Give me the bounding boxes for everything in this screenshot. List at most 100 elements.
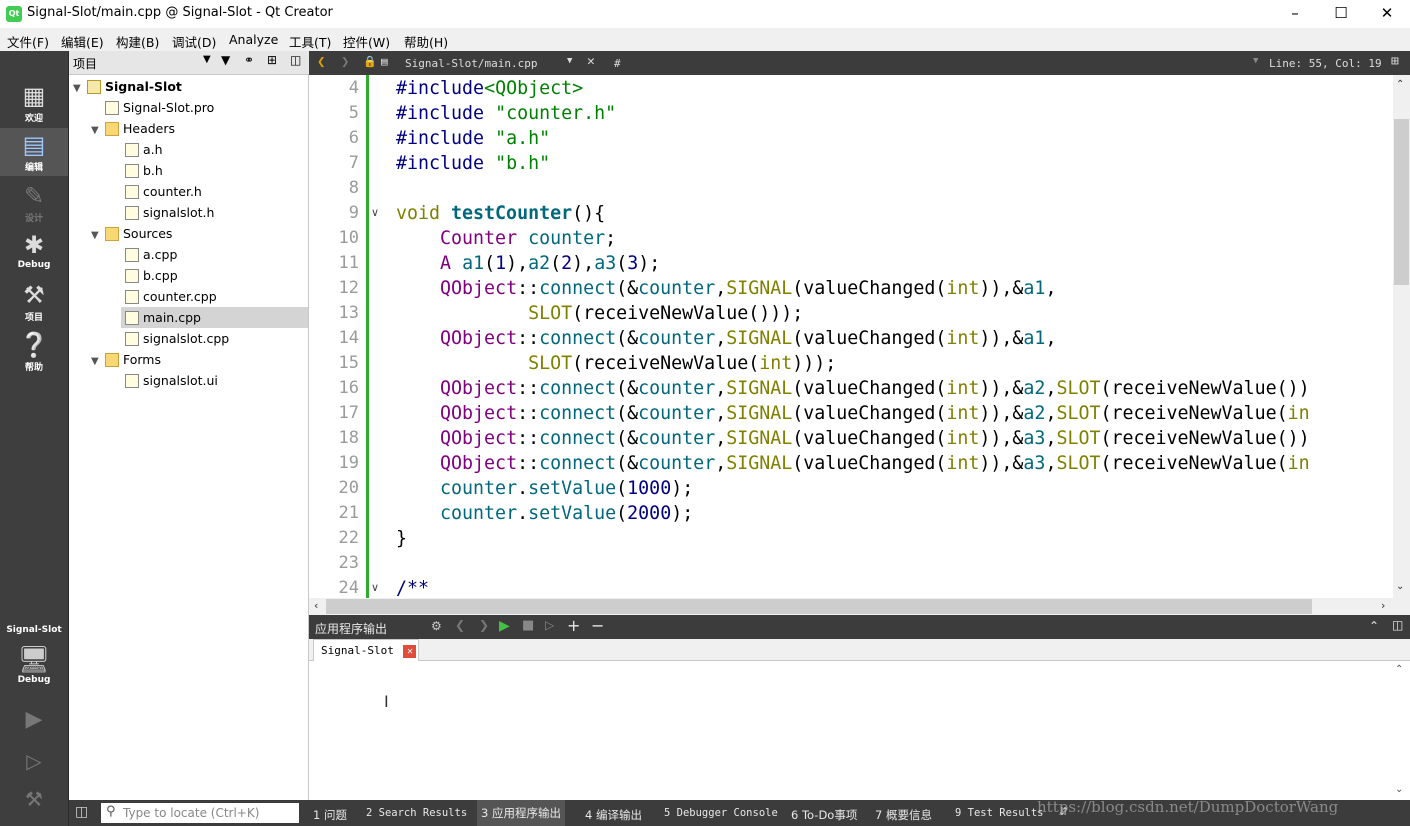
menu-debug[interactable]: 调试(D) xyxy=(172,32,216,51)
split-icon[interactable]: ⊞ xyxy=(267,53,277,67)
menu-file[interactable]: 文件(F) xyxy=(7,32,49,51)
output-tab[interactable]: Signal-Slot ✕ xyxy=(313,639,419,661)
close-pane-icon[interactable]: ◫ xyxy=(290,53,301,67)
chevron-down-icon[interactable]: ▼ xyxy=(203,54,211,65)
code-line[interactable]: SLOT(receiveNewValue())); xyxy=(396,301,803,326)
tree-node-file[interactable]: counter.cpp xyxy=(125,286,217,307)
tree-node-file[interactable]: a.h xyxy=(125,139,163,160)
code-line[interactable]: A a1(1),a2(2),a3(3); xyxy=(396,251,660,276)
menu-analyze[interactable]: Analyze xyxy=(229,32,278,47)
link-icon[interactable]: ⚭ xyxy=(244,53,254,67)
menu-tools[interactable]: 工具(T) xyxy=(289,32,331,51)
code-line[interactable]: } xyxy=(396,526,407,551)
mode-welcome[interactable]: ▦ 欢迎 xyxy=(0,79,68,127)
build-button[interactable]: ⚒ xyxy=(0,787,68,811)
tree-node-file[interactable]: signalslot.cpp xyxy=(125,328,229,349)
mode-debug[interactable]: ✱ Debug xyxy=(0,228,68,276)
editor-file-name[interactable]: Signal-Slot/main.cpp xyxy=(405,57,537,70)
minimize-button[interactable]: – xyxy=(1272,0,1318,28)
mode-design[interactable]: ✎ 设计 xyxy=(0,179,68,227)
close-pane-icon[interactable]: ◫ xyxy=(1392,618,1403,632)
run-icon[interactable]: ▶ xyxy=(499,618,510,634)
code-area[interactable]: #include<QObject> #include "counter.h" #in… xyxy=(309,75,1393,598)
menu-widgets[interactable]: 控件(W) xyxy=(343,32,390,51)
attach-debugger-icon[interactable]: ▷ xyxy=(545,618,554,632)
output-text-area[interactable]: I ⌃ ⌄ xyxy=(309,662,1410,800)
maximize-button[interactable]: ☐ xyxy=(1318,0,1364,28)
tree-node-headers[interactable]: ▼ Headers xyxy=(91,118,175,139)
code-editor[interactable]: 4 5 6 7 8 9 10 11 12 13 14 15 16 17 18 19 20 21 22 23 24 ∨ ∨ … xyxy=(309,75,1410,598)
tree-node-file-selected[interactable]: main.cpp xyxy=(121,307,308,328)
mode-projects[interactable]: ⚒ 项目 xyxy=(0,278,68,326)
locator-input[interactable]: ⚲ Type to locate (Ctrl+K) xyxy=(101,803,299,823)
scroll-down-icon[interactable]: ⌄ xyxy=(1395,784,1403,795)
project-pane-title[interactable]: 项目 xyxy=(73,55,97,72)
scroll-left-icon[interactable]: ‹ xyxy=(314,599,318,612)
forward-arrow-icon[interactable]: ❯ xyxy=(341,54,349,70)
code-line[interactable]: QObject::connect(&counter,SIGNAL(valueCh… xyxy=(396,276,1056,301)
tab-issues[interactable]: 1 问题 xyxy=(313,807,347,823)
code-line[interactable]: counter.setValue(1000); xyxy=(396,476,693,501)
code-line[interactable]: #include "counter.h" xyxy=(396,101,616,126)
zoom-out-icon[interactable]: − xyxy=(591,616,604,635)
code-line[interactable]: /** xyxy=(396,576,429,598)
close-document-icon[interactable]: ✕ xyxy=(587,54,595,69)
back-arrow-icon[interactable]: ❮ xyxy=(317,54,325,70)
code-line[interactable]: SLOT(receiveNewValue(int))); xyxy=(396,351,836,376)
code-line[interactable]: #include "a.h" xyxy=(396,126,550,151)
code-line[interactable]: QObject::connect(&counter,SIGNAL(valueCh… xyxy=(396,401,1310,426)
code-line[interactable]: QObject::connect(&counter,SIGNAL(valueCh… xyxy=(396,426,1310,451)
maximize-pane-icon[interactable]: ⌃ xyxy=(1369,619,1379,633)
next-item-icon[interactable]: ❯ xyxy=(479,618,489,632)
horizontal-scrollbar[interactable]: ‹ › xyxy=(309,598,1410,615)
tab-debugger-console[interactable]: 5 Debugger Console xyxy=(664,807,778,819)
code-line[interactable]: QObject::connect(&counter,SIGNAL(valueCh… xyxy=(396,376,1310,401)
scroll-up-icon[interactable]: ⌃ xyxy=(1396,79,1404,90)
code-line[interactable]: #include<QObject> xyxy=(396,76,583,101)
tab-todo[interactable]: 6 To-Do事项 xyxy=(791,807,857,823)
menu-edit[interactable]: 编辑(E) xyxy=(61,32,104,51)
previous-item-icon[interactable]: ❮ xyxy=(455,618,465,632)
tab-search-results[interactable]: 2 Search Results xyxy=(366,807,467,819)
scroll-down-icon[interactable]: ⌄ xyxy=(1396,581,1404,592)
code-line[interactable]: #include "b.h" xyxy=(396,151,550,176)
code-line[interactable]: QObject::connect(&counter,SIGNAL(valueCh… xyxy=(396,451,1310,476)
code-line[interactable]: counter.setValue(2000); xyxy=(396,501,693,526)
scroll-right-icon[interactable]: › xyxy=(1381,599,1385,612)
tree-node-forms[interactable]: ▼ Forms xyxy=(91,349,161,370)
tab-test-results[interactable]: 9 Test Results xyxy=(955,807,1044,819)
scrollbar-thumb[interactable] xyxy=(326,599,1312,614)
menu-help[interactable]: 帮助(H) xyxy=(404,32,448,51)
tab-general-messages[interactable]: 7 概要信息 xyxy=(875,807,932,823)
run-button[interactable]: ▶ xyxy=(0,707,68,732)
cursor-position[interactable]: Line: 55, Col: 19 xyxy=(1269,57,1382,70)
tree-node-file[interactable]: counter.h xyxy=(125,181,202,202)
toggle-sidebar-icon[interactable]: ◫ xyxy=(75,804,88,820)
clear-output-icon[interactable]: ⚙ xyxy=(431,619,442,633)
close-tab-icon[interactable]: ✕ xyxy=(403,644,417,658)
chevron-down-icon[interactable]: ▼ xyxy=(567,56,572,66)
scrollbar-thumb[interactable] xyxy=(1394,119,1409,285)
tree-node-pro-file[interactable]: Signal-Slot.pro xyxy=(91,97,214,118)
menu-build[interactable]: 构建(B) xyxy=(116,32,159,51)
start-debugging-button[interactable]: ▷ xyxy=(0,749,68,773)
tree-node-file[interactable]: b.cpp xyxy=(125,265,178,286)
code-line[interactable]: void testCounter(){ xyxy=(396,201,605,226)
tree-node-file[interactable]: b.h xyxy=(125,160,163,181)
tree-node-project[interactable]: ▼ Signal-Slot xyxy=(73,76,182,97)
stop-icon[interactable]: ■ xyxy=(522,618,534,633)
tree-node-file[interactable]: a.cpp xyxy=(125,244,177,265)
close-window-button[interactable]: ✕ xyxy=(1364,0,1410,28)
tab-compile-output[interactable]: 4 编译输出 xyxy=(585,807,642,823)
tree-node-file[interactable]: signalslot.h xyxy=(125,202,214,223)
symbol-selector[interactable]: # xyxy=(614,57,621,70)
tree-node-sources[interactable]: ▼ Sources xyxy=(91,223,172,244)
tab-application-output[interactable]: 3 应用程序输出 xyxy=(477,800,565,826)
code-line[interactable]: Counter counter; xyxy=(396,226,616,251)
mode-edit[interactable]: ▤ 编辑 xyxy=(0,128,68,176)
filter-icon[interactable]: ▼ xyxy=(221,53,230,67)
split-icon[interactable]: ⊞ xyxy=(1391,54,1399,69)
mode-help[interactable]: ❔ 帮助 xyxy=(0,328,68,376)
vertical-scrollbar[interactable]: ⌃ ⌄ xyxy=(1393,75,1410,598)
scroll-up-icon[interactable]: ⌃ xyxy=(1395,664,1403,675)
